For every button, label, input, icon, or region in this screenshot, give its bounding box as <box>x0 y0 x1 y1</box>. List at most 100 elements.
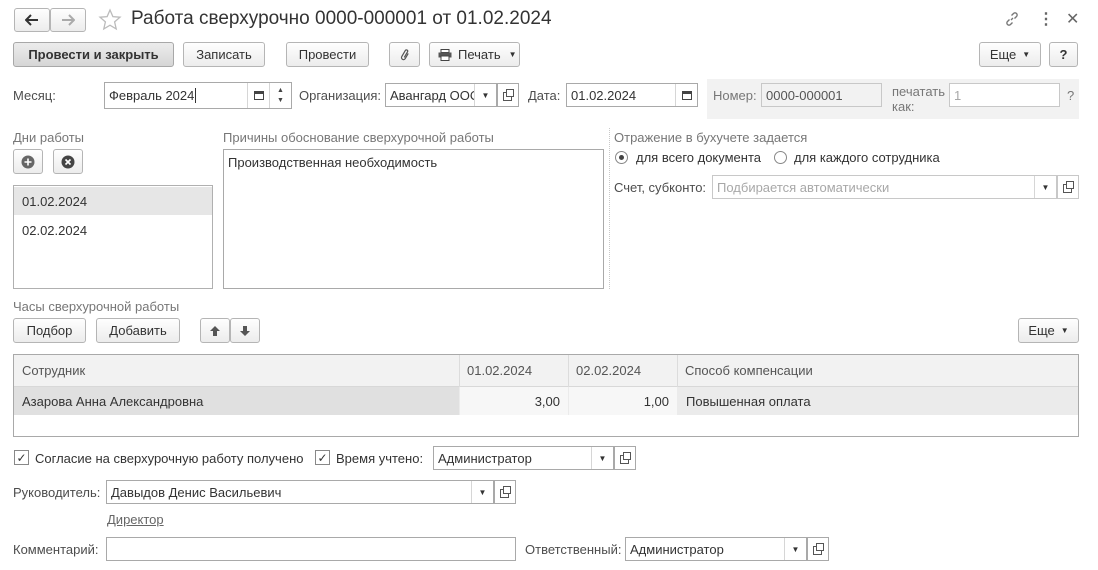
manager-open-button[interactable] <box>494 480 516 504</box>
dropdown-arrow-icon: ▼ <box>1041 182 1050 192</box>
list-item[interactable]: 01.02.2024 <box>14 187 212 215</box>
account-dropdown[interactable]: ▼ <box>1034 176 1056 198</box>
list-item[interactable]: 02.02.2024 <box>14 216 212 244</box>
organization-value: Авангард ООО <box>390 87 480 103</box>
time-counted-checkbox[interactable]: ✓ <box>315 450 330 465</box>
cell-compensation[interactable]: Повышенная оплата <box>678 387 1078 415</box>
star-icon[interactable] <box>98 8 122 32</box>
column-header-date2[interactable]: 02.02.2024 <box>568 357 677 384</box>
more-actions-icon[interactable]: ⋮ <box>1038 9 1054 29</box>
text-cursor <box>195 88 197 103</box>
print-as-label-line1: печатать <box>892 84 946 99</box>
radio-whole-document-label[interactable]: для всего документа <box>636 150 761 165</box>
time-counted-open-button[interactable] <box>614 446 636 470</box>
time-counted-dropdown[interactable]: ▼ <box>591 447 613 469</box>
organization-dropdown[interactable]: ▼ <box>474 84 496 106</box>
account-input[interactable]: Подбирается автоматически ▼ <box>712 175 1057 199</box>
forward-button[interactable] <box>50 8 86 32</box>
cell-date1-hours[interactable]: 3,00 <box>460 387 568 415</box>
dropdown-arrow-icon: ▼ <box>1022 50 1031 59</box>
comment-input[interactable] <box>106 537 516 561</box>
radio-whole-document[interactable] <box>615 151 628 164</box>
number-label: Номер: <box>713 88 757 103</box>
print-as-input[interactable]: 1 <box>949 83 1060 107</box>
arrow-down-icon <box>240 325 250 336</box>
cell-date2-hours[interactable]: 1,00 <box>569 387 677 415</box>
cell-employee[interactable]: Азарова Анна Александровна <box>14 387 459 415</box>
month-calendar-button[interactable] <box>247 83 269 108</box>
radio-each-employee[interactable] <box>774 151 787 164</box>
date-calendar-button[interactable] <box>675 84 697 106</box>
time-counted-value: Администратор <box>438 450 532 466</box>
open-icon <box>1062 180 1074 193</box>
hours-title: Часы сверхурочной работы <box>13 299 180 314</box>
manager-dropdown[interactable]: ▼ <box>471 481 493 503</box>
remove-day-button[interactable] <box>53 149 83 174</box>
print-as-help[interactable]: ? <box>1067 88 1074 103</box>
add-day-button[interactable] <box>13 149 43 174</box>
post-and-close-button[interactable]: Провести и закрыть <box>13 42 174 67</box>
open-icon <box>499 485 511 498</box>
manager-position-link[interactable]: Директор <box>107 512 164 527</box>
plus-circle-icon <box>21 155 35 168</box>
account-label: Счет, субконто: <box>614 180 707 195</box>
consent-checkbox[interactable]: ✓ <box>14 450 29 465</box>
arrow-up-icon <box>210 325 220 336</box>
link-icon[interactable] <box>1004 11 1020 27</box>
responsible-input[interactable]: Администратор ▼ <box>625 537 807 561</box>
print-as-label-line2: как: <box>892 99 915 114</box>
column-header-compensation[interactable]: Способ компенсации <box>677 357 1077 384</box>
time-counted-label[interactable]: Время учтено: <box>336 451 423 466</box>
attach-button[interactable] <box>389 42 420 67</box>
responsible-open-button[interactable] <box>807 537 829 561</box>
print-button[interactable]: Печать ▼ <box>429 42 520 67</box>
responsible-label: Ответственный: <box>525 542 622 557</box>
reasons-title: Причины обоснование сверхурочной работы <box>223 130 494 145</box>
date-value: 01.02.2024 <box>571 87 637 103</box>
month-input[interactable]: Февраль 2024 ▲ ▼ <box>104 82 292 109</box>
hours-table: Сотрудник 01.02.2024 02.02.2024 Способ к… <box>13 354 1079 437</box>
save-button[interactable]: Записать <box>183 42 265 67</box>
open-icon <box>812 542 824 555</box>
hours-more-button[interactable]: Еще ▼ <box>1018 318 1079 343</box>
column-header-date1[interactable]: 01.02.2024 <box>459 357 568 384</box>
calendar-icon <box>253 91 264 100</box>
arrow-left-icon <box>25 14 38 26</box>
month-stepper[interactable]: ▲ ▼ <box>269 83 291 108</box>
radio-each-employee-label[interactable]: для каждого сотрудника <box>794 150 940 165</box>
close-icon[interactable]: ✕ <box>1066 9 1079 29</box>
time-counted-input[interactable]: Администратор ▼ <box>433 446 614 470</box>
more-button[interactable]: Еще ▼ <box>979 42 1041 67</box>
consent-label[interactable]: Согласие на сверхурочную работу получено <box>35 451 303 466</box>
reasons-text: Производственная необходимость <box>228 155 438 170</box>
reasons-textarea[interactable]: Производственная необходимость <box>223 149 604 289</box>
responsible-value: Администратор <box>630 541 724 557</box>
month-label: Месяц: <box>13 88 56 103</box>
move-down-button[interactable] <box>230 318 260 343</box>
hours-more-label: Еще <box>1028 323 1055 338</box>
remove-circle-icon <box>61 155 75 168</box>
account-placeholder: Подбирается автоматически <box>717 179 890 195</box>
date-input[interactable]: 01.02.2024 <box>566 83 698 107</box>
calendar-icon <box>681 90 692 100</box>
move-up-button[interactable] <box>200 318 230 343</box>
dropdown-arrow-icon: ▼ <box>1060 326 1069 335</box>
back-button[interactable] <box>14 8 50 32</box>
responsible-dropdown[interactable]: ▼ <box>784 538 806 560</box>
table-row[interactable]: Азарова Анна Александровна 3,00 1,00 Пов… <box>14 387 1078 415</box>
account-open-button[interactable] <box>1057 175 1079 199</box>
dropdown-arrow-icon: ▼ <box>481 90 490 100</box>
organization-input[interactable]: Авангард ООО ▼ <box>385 83 497 107</box>
organization-open-button[interactable] <box>497 83 519 107</box>
dropdown-arrow-icon: ▼ <box>478 487 487 497</box>
post-button[interactable]: Провести <box>286 42 369 67</box>
pick-button[interactable]: Подбор <box>13 318 86 343</box>
help-button[interactable]: ? <box>1049 42 1078 67</box>
organization-label: Организация: <box>299 88 382 103</box>
manager-input[interactable]: Давыдов Денис Васильевич ▼ <box>106 480 494 504</box>
add-row-button[interactable]: Добавить <box>96 318 180 343</box>
accounting-title: Отражение в бухучете задается <box>614 130 808 145</box>
work-days-title: Дни работы <box>13 130 85 145</box>
column-header-employee[interactable]: Сотрудник <box>14 357 459 384</box>
up-arrow-icon: ▲ <box>277 86 284 94</box>
